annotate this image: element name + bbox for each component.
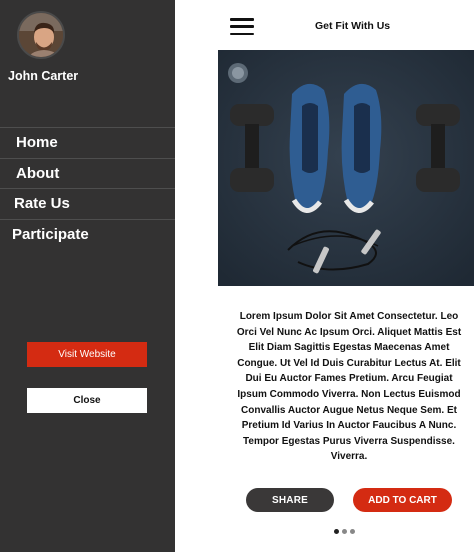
menu-item-rate-us[interactable]: Rate Us (0, 189, 175, 220)
carousel-dot[interactable] (334, 529, 339, 534)
visit-website-button[interactable]: Visit Website (27, 342, 147, 367)
close-button[interactable]: Close (27, 388, 147, 413)
avatar[interactable] (17, 11, 65, 59)
menu-item-home[interactable]: Home (0, 128, 175, 159)
fitness-gear-photo (218, 50, 474, 286)
product-image (218, 50, 474, 286)
menu-item-participate[interactable]: Participate (0, 220, 175, 251)
carousel-dot[interactable] (350, 529, 355, 534)
carousel-dots (334, 529, 355, 534)
page-title: Get Fit With Us (315, 20, 391, 32)
app-screen: John Carter Home About Rate Us Participa… (0, 0, 474, 552)
menu-item-about[interactable]: About (0, 159, 175, 189)
hamburger-icon[interactable] (230, 18, 254, 35)
drawer-menu: Home About Rate Us Participate (0, 127, 175, 250)
carousel-dot[interactable] (342, 529, 347, 534)
side-drawer: John Carter Home About Rate Us Participa… (0, 0, 175, 552)
product-description: Lorem Ipsum Dolor Sit Amet Consectetur. … (236, 311, 462, 463)
share-button[interactable]: SHARE (246, 488, 334, 512)
add-to-cart-button[interactable]: ADD TO CART (353, 488, 452, 512)
user-photo (19, 13, 63, 57)
user-name: John Carter (8, 69, 79, 83)
